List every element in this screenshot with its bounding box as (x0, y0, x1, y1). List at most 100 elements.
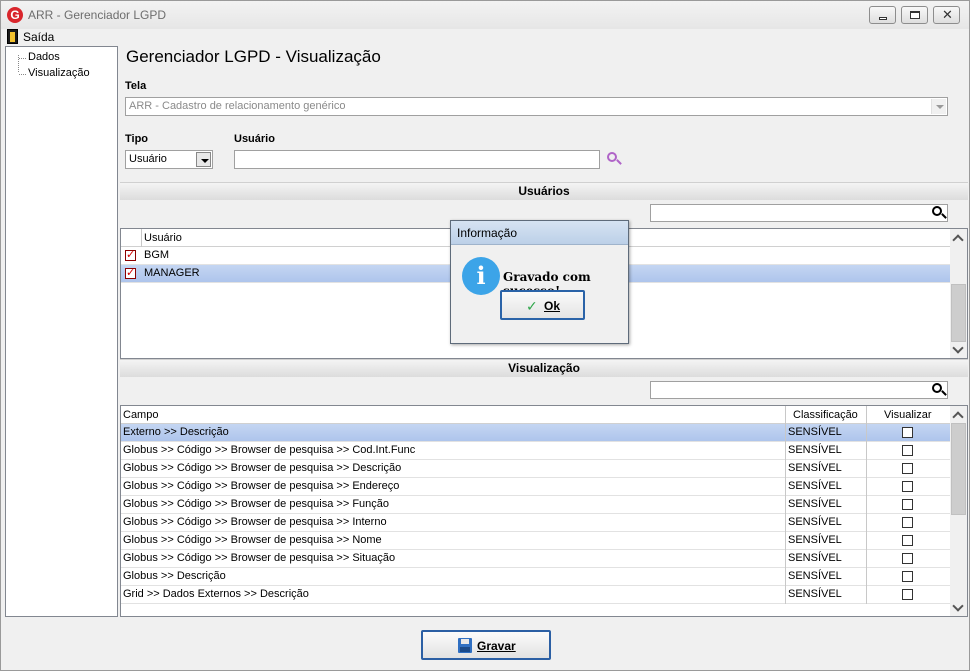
tree-item-visualizacao[interactable]: Visualização (19, 67, 90, 79)
classification-value: SENSÍVEL (786, 496, 867, 514)
users-search-icon[interactable] (930, 205, 948, 223)
tipo-select-value: Usuário (129, 153, 167, 165)
title-bar[interactable]: G ARR - Gerenciador LGPD ✕ (1, 1, 969, 29)
field-name: Grid >> Dados Externos >> Descrição (121, 586, 786, 604)
users-section-header: Usuários (120, 182, 968, 200)
maximize-button[interactable] (901, 6, 928, 24)
visualize-checkbox[interactable] (902, 535, 913, 546)
chevron-down-icon[interactable] (196, 152, 211, 167)
classification-value: SENSÍVEL (786, 532, 867, 550)
classification-value: SENSÍVEL (786, 460, 867, 478)
info-icon: i (462, 257, 500, 295)
classification-value: SENSÍVEL (786, 550, 867, 568)
classification-value: SENSÍVEL (786, 442, 867, 460)
tela-select-value: ARR - Cadastro de relacionamento genéric… (129, 100, 346, 112)
users-filter-input[interactable] (650, 204, 948, 222)
view-filter-input[interactable] (650, 381, 948, 399)
classification-value: SENSÍVEL (786, 478, 867, 496)
checkmark-icon: ✓ (526, 298, 538, 314)
users-check-header (121, 229, 142, 247)
tipo-select[interactable]: Usuário (125, 150, 213, 169)
close-button[interactable]: ✕ (933, 6, 960, 24)
tela-select[interactable]: ARR - Cadastro de relacionamento genéric… (125, 97, 948, 116)
dialog-title[interactable]: Informação (451, 221, 628, 245)
view-scrollbar[interactable] (950, 406, 967, 616)
menu-bar: Saída (2, 29, 968, 45)
classification-value: SENSÍVEL (786, 424, 867, 442)
menu-item-exit[interactable]: Saída (23, 30, 54, 44)
visualize-checkbox[interactable] (902, 499, 913, 510)
field-name: Globus >> Código >> Browser de pesquisa … (121, 460, 786, 478)
window-title: ARR - Gerenciador LGPD (28, 8, 167, 22)
user-checkbox[interactable] (125, 266, 136, 279)
scroll-up-icon[interactable] (950, 406, 967, 423)
floppy-disk-icon (458, 638, 472, 653)
view-search-icon[interactable] (930, 382, 948, 400)
minimize-icon (879, 17, 887, 20)
close-icon: ✕ (942, 7, 953, 22)
field-name: Globus >> Código >> Browser de pesquisa … (121, 550, 786, 568)
user-name: MANAGER (144, 267, 200, 279)
page-title: Gerenciador LGPD - Visualização (126, 47, 381, 66)
visualize-checkbox[interactable] (902, 427, 913, 438)
user-name: BGM (144, 249, 170, 261)
scroll-thumb[interactable] (951, 423, 966, 515)
usuario-label: Usuário (234, 133, 275, 145)
minimize-button[interactable] (869, 6, 896, 24)
view-row[interactable]: Globus >> Código >> Browser de pesquisa … (121, 532, 950, 550)
classification-value: SENSÍVEL (786, 586, 867, 604)
campo-column-header[interactable]: Campo (121, 406, 786, 424)
view-row[interactable]: Globus >> Descrição SENSÍVEL (121, 568, 950, 586)
main-window: G ARR - Gerenciador LGPD ✕ Saída Dados V… (0, 0, 970, 671)
app-logo-icon: G (7, 7, 23, 23)
visualize-checkbox[interactable] (902, 463, 913, 474)
visualize-checkbox[interactable] (902, 517, 913, 528)
view-row[interactable]: Globus >> Código >> Browser de pesquisa … (121, 460, 950, 478)
usuario-search-icon[interactable] (605, 151, 623, 169)
exit-door-icon[interactable] (7, 29, 18, 44)
usuario-input[interactable] (234, 150, 600, 169)
info-dialog: Informação i Gravado com sucesso! ✓ Ok (450, 220, 629, 344)
scroll-down-icon[interactable] (950, 341, 967, 358)
visualize-checkbox[interactable] (902, 553, 913, 564)
classificacao-column-header[interactable]: Classificação (786, 406, 867, 424)
view-row[interactable]: Globus >> Código >> Browser de pesquisa … (121, 442, 950, 460)
ok-button-label: Ok (544, 299, 561, 313)
visualize-checkbox[interactable] (902, 571, 913, 582)
maximize-icon (910, 11, 920, 19)
navigation-tree: Dados Visualização (5, 46, 118, 617)
field-name: Globus >> Descrição (121, 568, 786, 586)
visualize-checkbox[interactable] (902, 481, 913, 492)
view-row[interactable]: Globus >> Código >> Browser de pesquisa … (121, 550, 950, 568)
view-row[interactable]: Grid >> Dados Externos >> Descrição SENS… (121, 586, 950, 604)
field-name: Globus >> Código >> Browser de pesquisa … (121, 478, 786, 496)
view-section-header: Visualização (120, 359, 968, 377)
ok-button[interactable]: ✓ Ok (500, 290, 585, 320)
tela-label: Tela (125, 80, 147, 92)
view-row[interactable]: Globus >> Código >> Browser de pesquisa … (121, 496, 950, 514)
view-grid: Campo Classificação Visualizar Externo >… (120, 405, 968, 617)
field-name: Globus >> Código >> Browser de pesquisa … (121, 514, 786, 532)
save-button-label: Gravar (477, 639, 516, 653)
view-row[interactable]: Globus >> Código >> Browser de pesquisa … (121, 514, 950, 532)
classification-value: SENSÍVEL (786, 568, 867, 586)
visualize-checkbox[interactable] (902, 445, 913, 456)
tipo-label: Tipo (125, 133, 149, 145)
scroll-up-icon[interactable] (950, 229, 967, 246)
user-checkbox[interactable] (125, 248, 136, 261)
view-row-selected[interactable]: Externo >> Descrição SENSÍVEL (121, 424, 950, 442)
field-name: Globus >> Código >> Browser de pesquisa … (121, 532, 786, 550)
scroll-thumb[interactable] (951, 284, 966, 342)
tree-item-dados[interactable]: Dados (19, 51, 60, 63)
field-name: Globus >> Código >> Browser de pesquisa … (121, 442, 786, 460)
view-grid-header: Campo Classificação Visualizar (121, 406, 950, 424)
classification-value: SENSÍVEL (786, 514, 867, 532)
visualize-checkbox[interactable] (902, 589, 913, 600)
users-scrollbar[interactable] (950, 229, 967, 358)
chevron-down-icon[interactable] (931, 99, 946, 114)
visualizar-column-header[interactable]: Visualizar (867, 406, 950, 424)
save-button[interactable]: Gravar (421, 630, 551, 660)
field-name: Globus >> Código >> Browser de pesquisa … (121, 496, 786, 514)
view-row[interactable]: Globus >> Código >> Browser de pesquisa … (121, 478, 950, 496)
scroll-down-icon[interactable] (950, 599, 967, 616)
